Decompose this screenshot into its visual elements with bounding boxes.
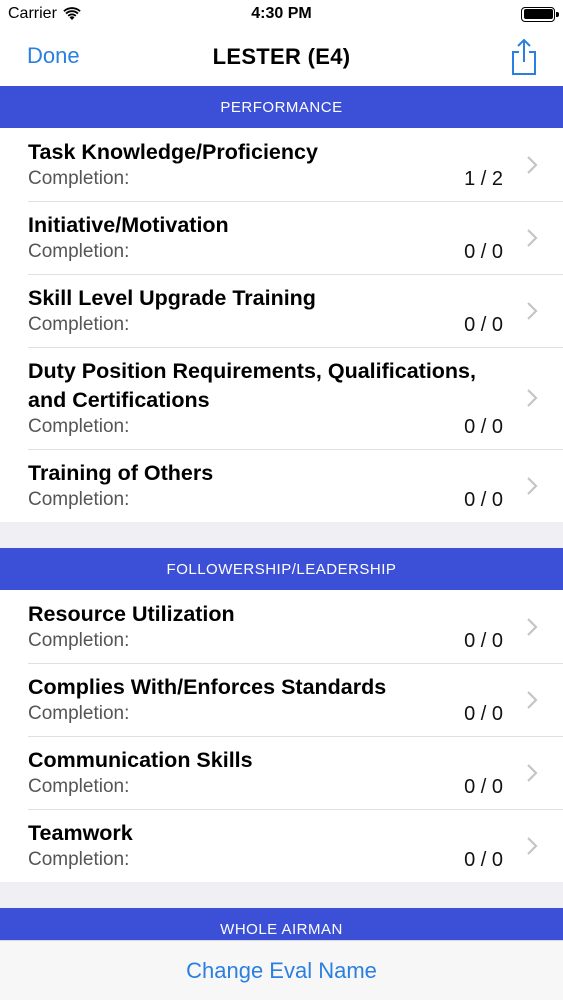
status-time: 4:30 PM xyxy=(251,5,312,22)
section-performance: Task Knowledge/Proficiency Completion: 1 … xyxy=(0,128,563,522)
completion-label: Completion: xyxy=(28,314,130,335)
bottom-toolbar: Change Eval Name xyxy=(0,940,563,1000)
row-title: Communication Skills xyxy=(28,748,253,772)
chevron-right-icon xyxy=(527,836,538,855)
list-item[interactable]: Training of Others Completion: 0 / 0 xyxy=(0,449,563,522)
list-item[interactable]: Complies With/Enforces Standards Complet… xyxy=(0,663,563,736)
chevron-right-icon xyxy=(527,155,538,174)
completion-value: 0 / 0 xyxy=(464,416,503,438)
completion-value: 0 / 0 xyxy=(464,703,503,725)
row-title: Training of Others xyxy=(28,461,214,485)
row-title: Task Knowledge/Proficiency xyxy=(28,140,318,164)
row-title: Duty Position Requirements, Qualificatio… xyxy=(28,359,476,412)
chevron-right-icon xyxy=(527,763,538,782)
done-button[interactable]: Done xyxy=(27,43,80,69)
completion-value: 0 / 0 xyxy=(464,630,503,652)
page-title: LESTER (E4) xyxy=(212,44,351,69)
list-item[interactable]: Communication Skills Completion: 0 / 0 xyxy=(0,736,563,809)
carrier-label: Carrier xyxy=(8,5,57,22)
share-icon[interactable] xyxy=(509,38,539,76)
completion-label: Completion: xyxy=(28,776,130,797)
chevron-right-icon xyxy=(527,690,538,709)
section-gap xyxy=(0,882,563,908)
completion-label: Completion: xyxy=(28,489,130,510)
change-eval-name-button[interactable]: Change Eval Name xyxy=(186,958,377,984)
navigation-bar: Done LESTER (E4) xyxy=(0,28,563,86)
list-item[interactable]: Teamwork Completion: 0 / 0 xyxy=(0,809,563,882)
chevron-right-icon xyxy=(527,301,538,320)
row-title: Complies With/Enforces Standards xyxy=(28,675,387,699)
completion-value: 0 / 0 xyxy=(464,314,503,336)
row-title: Initiative/Motivation xyxy=(28,213,229,237)
row-title: Resource Utilization xyxy=(28,602,235,626)
completion-value: 0 / 0 xyxy=(464,849,503,871)
list-item[interactable]: Resource Utilization Completion: 0 / 0 xyxy=(0,590,563,663)
list-item[interactable]: Skill Level Upgrade Training Completion:… xyxy=(0,274,563,347)
list-item[interactable]: Duty Position Requirements, Qualificatio… xyxy=(0,347,563,449)
completion-label: Completion: xyxy=(28,849,130,870)
completion-value: 0 / 0 xyxy=(464,489,503,511)
chevron-right-icon xyxy=(527,228,538,247)
section-header-whole-airman: WHOLE AIRMAN xyxy=(0,908,563,940)
section-followership-leadership: Resource Utilization Completion: 0 / 0 Co… xyxy=(0,590,563,882)
chevron-right-icon xyxy=(527,476,538,495)
section-header-performance: PERFORMANCE xyxy=(0,86,563,128)
completion-label: Completion: xyxy=(28,416,130,437)
list-item[interactable]: Task Knowledge/Proficiency Completion: 1 … xyxy=(0,128,563,201)
list-item[interactable]: Initiative/Motivation Completion: 0 / 0 xyxy=(0,201,563,274)
status-bar: Carrier 4:30 PM xyxy=(0,0,563,28)
completion-value: 0 / 0 xyxy=(464,776,503,798)
completion-label: Completion: xyxy=(28,168,130,189)
wifi-icon xyxy=(63,7,81,20)
completion-label: Completion: xyxy=(28,630,130,651)
chevron-right-icon xyxy=(527,389,538,407)
completion-label: Completion: xyxy=(28,241,130,262)
evaluation-list[interactable]: PERFORMANCE Task Knowledge/Proficiency C… xyxy=(0,86,563,940)
completion-label: Completion: xyxy=(28,703,130,724)
completion-value: 1 / 2 xyxy=(464,168,503,190)
completion-value: 0 / 0 xyxy=(464,241,503,263)
section-gap xyxy=(0,522,563,548)
section-header-followership-leadership: FOLLOWERSHIP/LEADERSHIP xyxy=(0,548,563,590)
chevron-right-icon xyxy=(527,617,538,636)
row-title: Skill Level Upgrade Training xyxy=(28,286,316,310)
row-title: Teamwork xyxy=(28,821,133,845)
battery-icon xyxy=(521,6,559,22)
status-left: Carrier xyxy=(8,5,81,23)
